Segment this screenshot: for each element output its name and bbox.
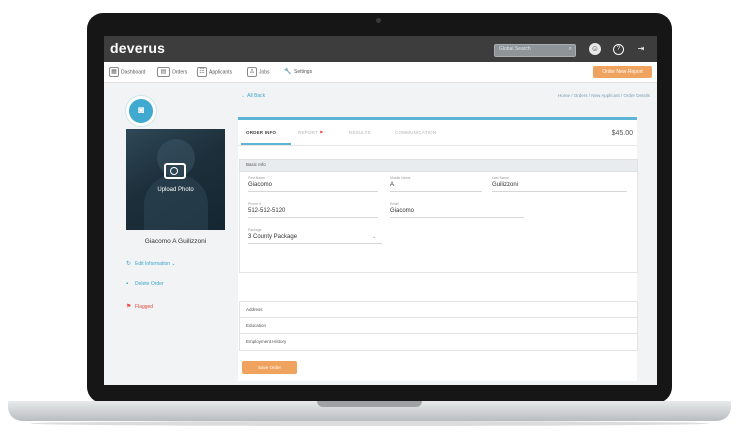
employment-history-label: Employment History [246,339,287,344]
phone-underline [248,217,378,218]
delete-order-label: Delete Order [135,281,164,287]
top-bar: deverus Global Search ⌕ ☺ ? ⇥ [104,36,657,62]
trash-icon: ▪ [126,281,129,287]
orders-icon: ▤ [157,67,170,77]
email-label: Email [390,202,399,206]
education-section[interactable]: Education [239,317,638,334]
flagged-label: Flagged [135,304,154,310]
tab-report[interactable]: REPORT ⚑ [298,130,323,136]
photo-silhouette-body [144,175,208,230]
middle-name-field[interactable]: A [390,182,394,188]
nav-item-jobs[interactable]: ♙ Jobs [247,67,270,77]
nav-label: Jobs [259,69,270,76]
webcam-icon [376,18,381,23]
tab-results[interactable]: RESULTS [349,130,371,135]
section-title: Basic Info [246,162,266,167]
upload-photo-box[interactable]: Upload Photo [126,129,225,230]
email-field[interactable]: Giacomo [390,208,414,214]
edit-information-button[interactable]: ↻ Edit Information ⌄ [126,260,176,267]
tab-communication[interactable]: COMMUNICATION [395,130,436,135]
tab-order-info[interactable]: ORDER INFO [246,130,276,135]
breadcrumb[interactable]: Home / Orders / New Applicant / Order De… [558,93,650,98]
person-name: Giacomo A Guilizzoni [144,238,207,245]
search-icon: ⌕ [568,46,572,52]
last-name-field[interactable]: Guilizzoni [492,182,518,188]
nav-item-dashboard[interactable]: ▦ Dashboard [109,67,145,77]
app-logo: deverus [110,40,166,56]
flag-icon: ⚑ [126,304,132,310]
package-label: Package [248,228,262,232]
camera-icon [164,163,186,179]
first-name-label: First Name [248,176,266,180]
last-name-label: Last Name [492,176,509,180]
nav-item-settings[interactable]: 🔧 Settings [284,67,312,77]
logout-icon[interactable]: ⇥ [635,43,647,55]
email-underline [390,217,524,218]
save-order-button[interactable]: Save Order [242,361,297,374]
phone-label: Phone # [248,202,262,206]
middle-name-underline [390,191,482,192]
back-link[interactable]: ← All Back [241,93,265,99]
laptop-notch [317,401,422,407]
wrench-icon: 🔧 [284,68,292,75]
upload-photo-label: Upload Photo [157,187,194,193]
applicants-icon: ☷ [197,67,207,77]
first-name-underline [248,191,378,192]
middle-name-label: Middle Name [390,176,411,180]
card-accent-line [238,117,637,120]
package-select[interactable]: 3 County Package [248,234,297,240]
delete-order-button[interactable]: ▪ Delete Order [126,281,164,287]
nav-item-applicants[interactable]: ☷ Applicants [197,67,232,77]
flagged-button[interactable]: ⚑ Flagged [126,303,153,310]
order-card: ORDER INFO REPORT ⚑ RESULTS COMMUNICATIO… [238,117,638,381]
tab-divider [238,145,637,146]
package-underline [248,243,382,244]
laptop-shadow [30,421,709,426]
nav-bar: ▦ Dashboard ▤ Orders ☷ Applicants ♙ Jobs 🔧 Se… [104,62,657,83]
nav-label: Settings [294,69,313,75]
jobs-icon: ♙ [247,67,257,77]
laptop-base [8,401,731,421]
first-name-field[interactable]: Giacomo [248,182,272,188]
chevron-down-icon[interactable]: ⌄ [372,234,376,240]
sub-bar: ← All Back Home / Orders / New Applicant… [104,83,657,107]
flag-icon: ⚑ [319,130,324,135]
dashboard-icon: ▦ [109,67,119,77]
edit-information-label: Edit Information ⌄ [135,261,176,267]
education-label: Education [246,323,267,328]
order-price: $45.00 [611,130,633,137]
global-search-input[interactable]: Global Search ⌕ [494,44,576,57]
user-avatar-icon[interactable]: ☺ [589,43,601,55]
avatar: ◙ [126,96,156,126]
nav-label: Dashboard [121,69,146,76]
employment-history-section[interactable]: Employment History [239,333,638,351]
last-name-underline [492,191,627,192]
address-section[interactable]: Address [239,301,638,318]
search-placeholder: Global Search [499,46,531,52]
address-section-label: Address [246,307,263,312]
app-screen: deverus Global Search ⌕ ☺ ? ⇥ ▦ Dashboard… [104,36,657,385]
tab-report-label: REPORT [298,130,318,135]
basic-info-body: First Name Giacomo Middle Name A Last Na… [239,171,638,273]
refresh-icon: ↻ [126,261,132,267]
help-icon[interactable]: ? [613,44,624,55]
order-new-report-button[interactable]: Order New Report [593,66,652,78]
phone-field[interactable]: 512-512-5120 [248,208,285,214]
nav-label: Orders [172,69,188,76]
nav-item-orders[interactable]: ▤ Orders [157,67,187,77]
nav-label: Applicants [209,69,233,76]
